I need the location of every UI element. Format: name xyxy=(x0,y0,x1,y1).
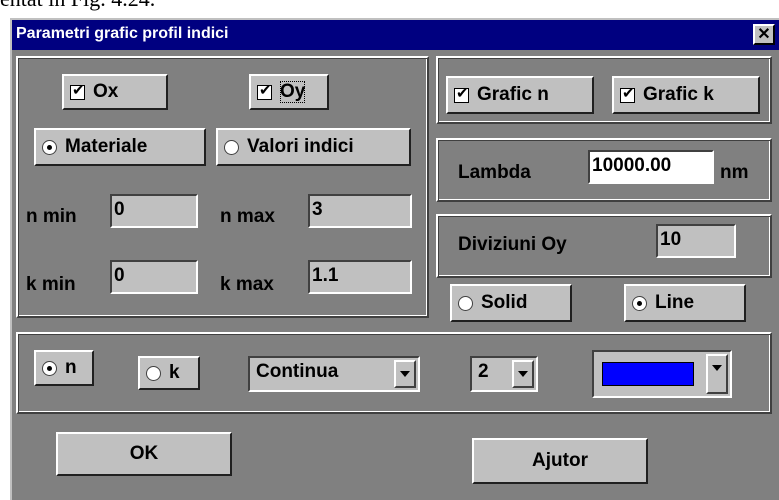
ox-check-icon: ✔ xyxy=(70,81,85,100)
color-dropdown[interactable] xyxy=(592,350,732,398)
lambda-input[interactable]: 10000.00 xyxy=(588,150,714,184)
n-max-input[interactable]: 3 xyxy=(308,194,412,228)
materiale-radio[interactable]: Materiale xyxy=(34,128,206,166)
k-min-input[interactable]: 0 xyxy=(110,260,198,294)
n-radio-icon xyxy=(42,360,57,376)
k-max-label: k max xyxy=(220,274,274,295)
valori-indici-radio[interactable]: Valori indici xyxy=(216,128,411,166)
oy-checkbox[interactable]: ✔ Oy xyxy=(249,74,329,110)
line-label: Line xyxy=(655,292,695,313)
valori-label: Valori indici xyxy=(247,136,354,157)
title-bar: Parametri grafic profil indici ✕ xyxy=(12,20,779,50)
valori-radio-icon xyxy=(224,139,239,155)
close-button[interactable]: ✕ xyxy=(753,24,775,45)
lambda-label: Lambda xyxy=(458,162,531,183)
diviziuni-label: Diviziuni Oy xyxy=(458,234,567,255)
oy-check-icon: ✔ xyxy=(257,81,272,100)
help-button[interactable]: Ajutor xyxy=(472,438,648,484)
n-series-radio[interactable]: n xyxy=(34,350,94,386)
close-icon: ✕ xyxy=(757,25,771,43)
ox-checkbox[interactable]: ✔ Ox xyxy=(62,74,168,110)
n-max-label: n max xyxy=(220,206,275,227)
k-min-label: k min xyxy=(26,274,76,295)
line-radio-icon xyxy=(632,295,647,311)
n-series-label: n xyxy=(65,357,77,378)
grafic-k-check-icon: ✔ xyxy=(620,84,635,103)
ox-label: Ox xyxy=(93,81,119,102)
help-label: Ajutor xyxy=(532,450,588,471)
line-radio[interactable]: Line xyxy=(624,284,746,322)
document-caption: entat în Fig. 4.24. xyxy=(0,0,155,12)
grafic-n-checkbox[interactable]: ✔ Grafic n xyxy=(446,76,594,114)
dialog-window: Parametri grafic profil indici ✕ ✔ Ox ✔ … xyxy=(10,18,779,500)
materiale-radio-icon xyxy=(42,139,57,155)
line-type-dropdown[interactable]: Continua xyxy=(248,356,420,392)
k-max-input[interactable]: 1.1 xyxy=(308,260,412,294)
k-radio-icon xyxy=(146,365,161,381)
oy-label: Oy xyxy=(280,81,306,103)
ok-button[interactable]: OK xyxy=(56,432,232,476)
grafic-k-label: Grafic k xyxy=(643,84,714,105)
solid-radio[interactable]: Solid xyxy=(450,284,572,322)
line-type-chevron-down-icon[interactable] xyxy=(394,360,416,388)
solid-label: Solid xyxy=(481,292,528,313)
materiale-label: Materiale xyxy=(65,136,148,157)
line-width-value: 2 xyxy=(478,361,489,382)
color-swatch xyxy=(602,362,694,386)
ok-label: OK xyxy=(129,443,159,464)
line-type-value: Continua xyxy=(256,361,339,382)
diviziuni-input[interactable]: 10 xyxy=(656,224,736,258)
n-min-input[interactable]: 0 xyxy=(110,194,198,228)
lambda-unit: nm xyxy=(720,162,749,183)
line-width-dropdown[interactable]: 2 xyxy=(470,356,538,392)
k-series-radio[interactable]: k xyxy=(138,356,200,390)
grafic-n-label: Grafic n xyxy=(477,84,549,105)
line-width-chevron-down-icon[interactable] xyxy=(512,360,534,388)
n-min-label: n min xyxy=(26,206,77,227)
dialog-title: Parametri grafic profil indici xyxy=(16,25,229,42)
grafic-k-checkbox[interactable]: ✔ Grafic k xyxy=(612,76,760,114)
color-chevron-down-icon[interactable] xyxy=(706,354,728,394)
k-series-label: k xyxy=(169,362,180,383)
grafic-n-check-icon: ✔ xyxy=(454,84,469,103)
solid-radio-icon xyxy=(458,295,473,311)
